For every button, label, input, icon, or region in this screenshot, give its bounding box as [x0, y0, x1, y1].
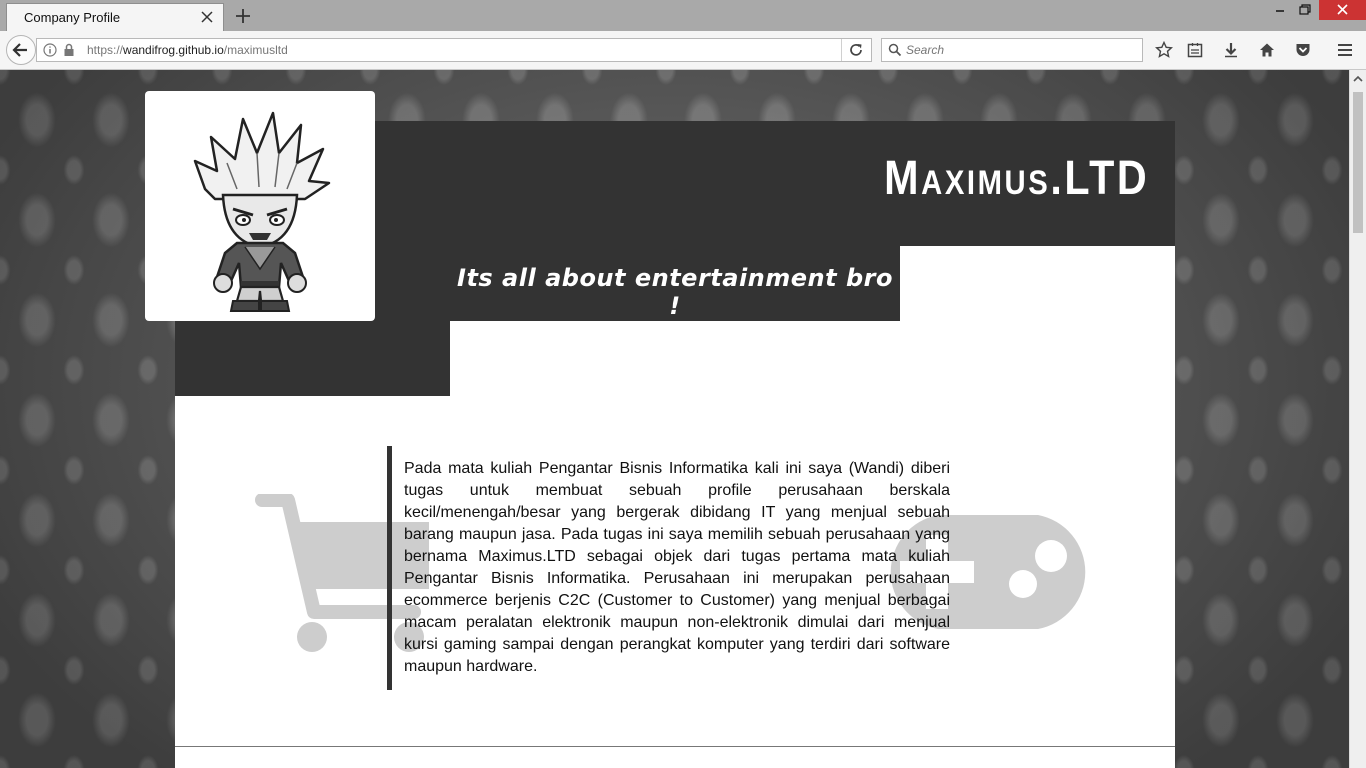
- company-tagline: Its all about entertainment bro !: [457, 264, 893, 320]
- anime-character-logo: [193, 111, 331, 312]
- minimize-window-icon[interactable]: [1267, 0, 1293, 20]
- reload-button[interactable]: [841, 39, 871, 61]
- url-host: wandifrog.github.io: [123, 43, 224, 57]
- tagline-bar: Its all about entertainment bro !: [450, 246, 900, 321]
- search-icon: [888, 43, 902, 57]
- tab-title: Company Profile: [24, 10, 121, 25]
- company-description: Pada mata kuliah Pengantar Bisnis Inform…: [387, 446, 950, 690]
- bookmark-star-icon[interactable]: [1155, 41, 1173, 59]
- vertical-scrollbar[interactable]: [1349, 70, 1366, 768]
- url-scheme: https://: [87, 43, 124, 57]
- section-divider: [175, 746, 1175, 747]
- home-icon[interactable]: [1258, 41, 1276, 59]
- pocket-icon[interactable]: [1294, 41, 1312, 59]
- scroll-up-arrow-icon[interactable]: [1353, 74, 1363, 84]
- back-arrow-icon: [12, 43, 27, 57]
- search-input[interactable]: [906, 41, 1136, 59]
- logo-card: [145, 91, 375, 321]
- tab-bar: Company Profile: [0, 0, 1366, 31]
- reload-icon: [850, 44, 862, 56]
- close-window-icon[interactable]: [1319, 0, 1366, 20]
- navigation-toolbar: https://wandifrog.github.io/maximusltd: [0, 31, 1366, 70]
- menu-hamburger-icon[interactable]: [1336, 41, 1354, 59]
- download-icon[interactable]: [1222, 41, 1240, 59]
- lock-icon[interactable]: [63, 43, 75, 57]
- url-bar[interactable]: https://wandifrog.github.io/maximusltd: [36, 38, 872, 62]
- back-button[interactable]: [6, 35, 36, 65]
- info-icon[interactable]: [43, 43, 57, 57]
- restore-window-icon[interactable]: [1291, 0, 1317, 20]
- scrollbar-thumb[interactable]: [1353, 92, 1363, 233]
- reading-list-icon[interactable]: [1186, 41, 1204, 59]
- url-path: /maximusltd: [223, 43, 288, 57]
- search-bar[interactable]: [881, 38, 1143, 62]
- url-text[interactable]: https://wandifrog.github.io/maximusltd: [87, 43, 288, 57]
- description-text: Pada mata kuliah Pengantar Bisnis Inform…: [404, 460, 950, 675]
- company-name-heading: Maximus.LTD: [883, 152, 1149, 205]
- page-viewport: Maximus.LTD Its all about entertainment …: [0, 70, 1349, 768]
- new-tab-icon[interactable]: [234, 7, 252, 25]
- tab-company-profile[interactable]: Company Profile: [6, 3, 224, 31]
- close-tab-icon[interactable]: [199, 9, 215, 25]
